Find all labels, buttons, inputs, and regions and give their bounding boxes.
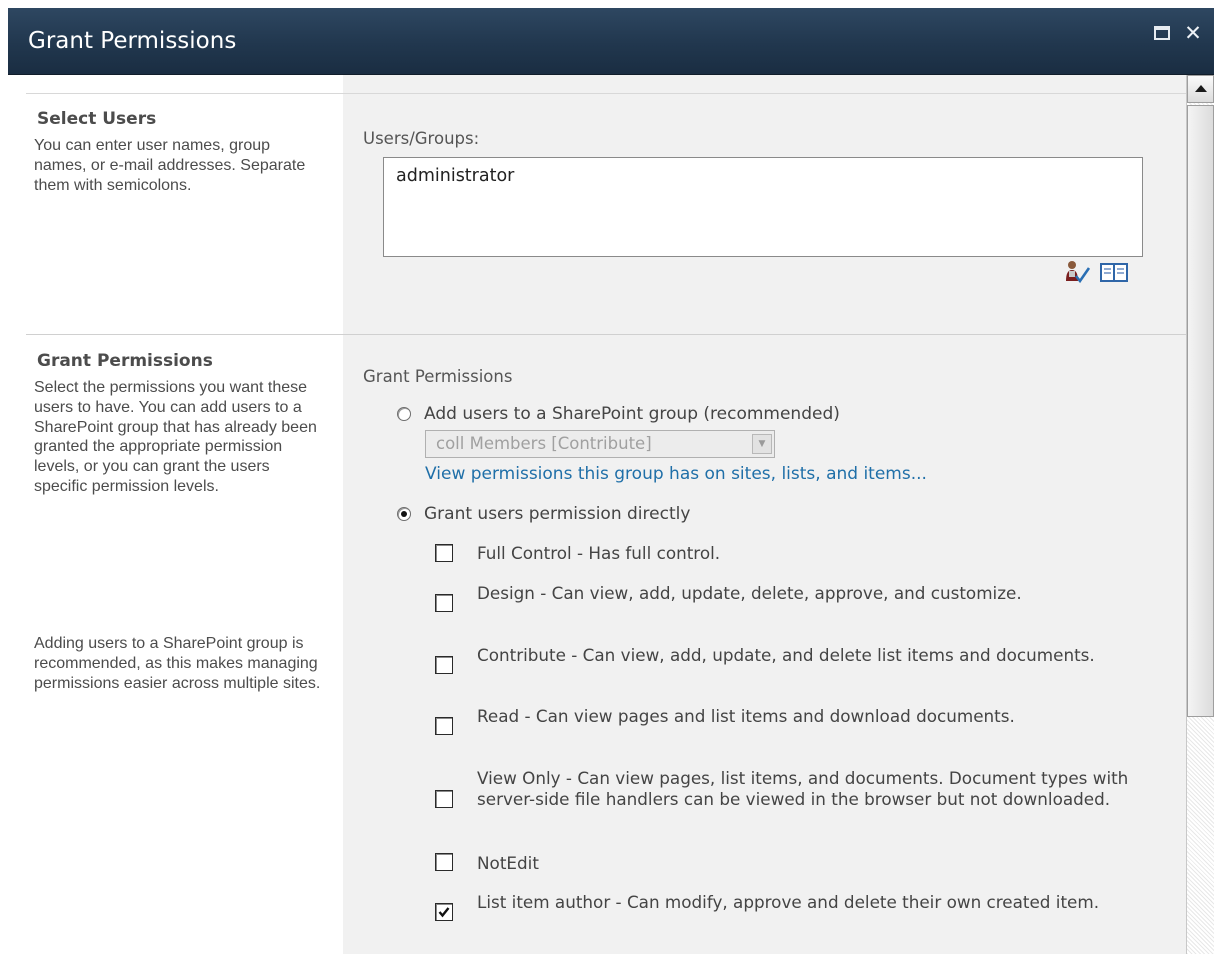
dialog-content: Select Users You can enter user names, g…	[8, 75, 1186, 954]
grant-permissions-description: Select the permissions you want these us…	[34, 379, 317, 495]
chevron-down-icon: ▼	[752, 434, 772, 454]
check-names-icon[interactable]	[1065, 260, 1091, 284]
grant-permissions-label: Grant Permissions	[363, 367, 513, 386]
permission-label: List item author - Can modify, approve a…	[477, 892, 1100, 912]
vertical-scrollbar[interactable]	[1186, 75, 1214, 954]
permission-label: Full Control - Has full control.	[477, 543, 721, 563]
users-groups-label: Users/Groups:	[363, 129, 480, 148]
permission-checkbox[interactable]	[435, 656, 453, 674]
permission-checkbox[interactable]	[435, 544, 453, 562]
permission-label: Contribute - Can view, add, update, and …	[477, 645, 1095, 665]
permission-checkbox[interactable]	[435, 790, 453, 808]
view-group-permissions-link[interactable]: View permissions this group has on sites…	[425, 464, 927, 484]
grant-permissions-recommendation: Adding users to a SharePoint group is re…	[34, 635, 321, 692]
maximize-icon[interactable]	[1154, 26, 1170, 40]
checkmark-icon	[438, 907, 450, 918]
scroll-up-arrow-icon[interactable]	[1187, 75, 1214, 103]
dialog-title-bar: Grant Permissions ✕	[8, 8, 1214, 75]
group-select-value: coll Members [Contribute]	[436, 434, 652, 453]
add-to-group-radio[interactable]	[397, 407, 411, 421]
permission-label: NotEdit	[477, 853, 539, 873]
group-select[interactable]: coll Members [Contribute] ▼	[425, 430, 775, 458]
grant-permissions-title: Grant Permissions	[37, 351, 213, 371]
permission-checkbox[interactable]	[435, 853, 453, 871]
permission-checkbox[interactable]	[435, 903, 453, 921]
select-users-description: You can enter user names, group names, o…	[34, 137, 306, 194]
grant-directly-label[interactable]: Grant users permission directly	[424, 504, 690, 524]
permission-label: Read - Can view pages and list items and…	[477, 706, 1015, 726]
permission-label: View Only - Can view pages, list items, …	[477, 768, 1129, 809]
permission-label: Design - Can view, add, update, delete, …	[477, 583, 1022, 603]
grant-permissions-dialog: Grant Permissions ✕ Select Users You can…	[8, 8, 1214, 954]
grant-directly-radio[interactable]	[397, 507, 411, 521]
permission-checkbox[interactable]	[435, 717, 453, 735]
description-column	[8, 75, 343, 954]
permission-checkbox[interactable]	[435, 594, 453, 612]
add-to-group-label[interactable]: Add users to a SharePoint group (recomme…	[424, 404, 840, 424]
scroll-thumb[interactable]	[1187, 105, 1214, 717]
section-divider	[26, 334, 1186, 335]
close-icon[interactable]: ✕	[1178, 18, 1208, 48]
section-top-divider	[26, 93, 1186, 94]
dialog-title: Grant Permissions	[28, 28, 237, 54]
address-book-icon[interactable]	[1100, 262, 1128, 282]
users-groups-input[interactable]: administrator	[383, 157, 1143, 257]
select-users-title: Select Users	[37, 109, 157, 129]
